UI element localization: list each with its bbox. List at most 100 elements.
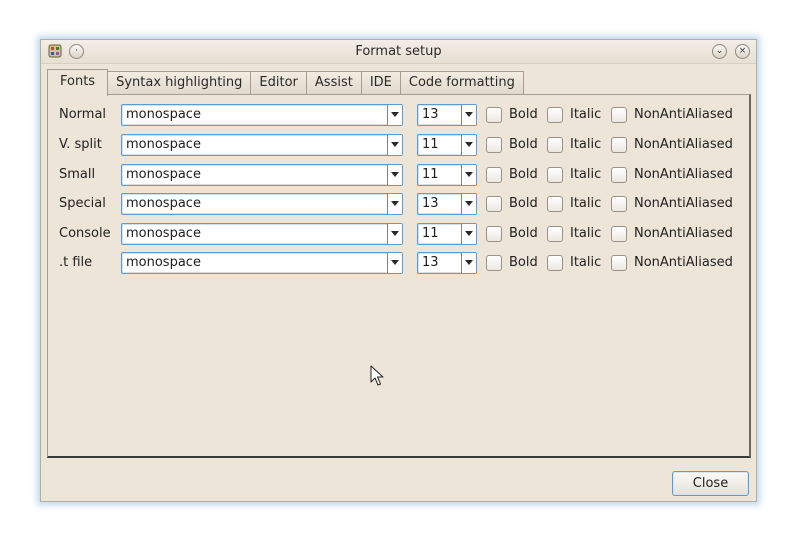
italic-checkbox[interactable] [547,196,563,212]
italic-label: Italic [570,226,602,241]
font-family-value: monospace [126,255,201,270]
font-size-value: 13 [422,255,439,270]
bold-label: Bold [509,167,538,182]
minimize-button[interactable]: ⌄ [712,44,727,59]
nonantialiased-checkbox[interactable] [611,107,627,123]
font-size-select[interactable]: 13 [417,104,477,126]
dropdown-arrow-icon[interactable] [387,224,402,244]
bold-checkbox[interactable] [486,196,502,212]
font-row-normal: Normal monospace 13 Bold Italic NonAntiA… [48,104,748,128]
font-family-value: monospace [126,196,201,211]
dropdown-arrow-icon[interactable] [387,135,402,155]
dropdown-arrow-icon[interactable] [387,105,402,125]
italic-checkbox[interactable] [547,226,563,242]
row-label: V. split [59,137,102,152]
nonantialiased-label: NonAntiAliased [634,137,733,152]
font-size-value: 11 [422,167,439,182]
tab-fonts[interactable]: Fonts [47,69,109,96]
font-row-small: Small monospace 11 Bold Italic NonAntiAl… [48,164,748,188]
bold-checkbox[interactable] [486,167,502,183]
bold-checkbox[interactable] [486,226,502,242]
italic-label: Italic [570,137,602,152]
dropdown-arrow-icon[interactable] [461,194,476,214]
close-window-button[interactable]: × [735,44,750,59]
window-title: Format setup [355,44,442,59]
mouse-pointer-icon [370,365,384,386]
nonantialiased-label: NonAntiAliased [634,255,733,270]
bold-label: Bold [509,226,538,241]
italic-checkbox[interactable] [547,137,563,153]
font-size-value: 13 [422,107,439,122]
font-row-console: Console monospace 11 Bold Italic NonAnti… [48,223,748,247]
font-size-select[interactable]: 13 [417,252,477,274]
font-size-select[interactable]: 11 [417,164,477,186]
font-row-v-split: V. split monospace 11 Bold Italic NonAnt… [48,134,748,158]
tab-bar: Fonts Syntax highlighting Editor Assist … [47,69,524,96]
nonantialiased-label: NonAntiAliased [634,196,733,211]
row-label: .t file [59,255,93,270]
bold-checkbox[interactable] [486,255,502,271]
dropdown-arrow-icon[interactable] [461,105,476,125]
tab-syntax-highlighting[interactable]: Syntax highlighting [108,71,252,95]
bold-label: Bold [509,137,538,152]
nonantialiased-checkbox[interactable] [611,226,627,242]
close-button[interactable]: Close [672,471,749,496]
dropdown-arrow-icon[interactable] [387,165,402,185]
italic-label: Italic [570,107,602,122]
dropdown-arrow-icon[interactable] [461,253,476,273]
italic-label: Italic [570,196,602,211]
font-family-select[interactable]: monospace [121,193,403,215]
font-size-select[interactable]: 11 [417,134,477,156]
bold-checkbox[interactable] [486,107,502,123]
row-label: Console [59,226,111,241]
italic-label: Italic [570,167,602,182]
font-family-select[interactable]: monospace [121,252,403,274]
italic-checkbox[interactable] [547,107,563,123]
font-size-select[interactable]: 11 [417,223,477,245]
chevron-down-icon: ⌄ [715,46,724,56]
font-family-value: monospace [126,107,201,122]
font-family-value: monospace [126,167,201,182]
dropdown-arrow-icon[interactable] [461,165,476,185]
bold-label: Bold [509,196,538,211]
dropdown-arrow-icon[interactable] [387,253,402,273]
font-family-select[interactable]: monospace [121,164,403,186]
bold-checkbox[interactable] [486,137,502,153]
title-bar[interactable]: · Format setup ⌄ × [41,40,756,64]
tab-code-formatting[interactable]: Code formatting [400,71,524,95]
tab-editor[interactable]: Editor [251,71,307,95]
font-size-value: 13 [422,196,439,211]
dropdown-arrow-icon[interactable] [387,194,402,214]
bold-label: Bold [509,107,538,122]
nonantialiased-label: NonAntiAliased [634,107,733,122]
row-label: Small [59,167,96,182]
font-family-select[interactable]: monospace [121,104,403,126]
font-family-select[interactable]: monospace [121,134,403,156]
nonantialiased-label: NonAntiAliased [634,226,733,241]
bold-label: Bold [509,255,538,270]
italic-label: Italic [570,255,602,270]
close-icon: × [738,46,747,56]
italic-checkbox[interactable] [547,255,563,271]
nonantialiased-checkbox[interactable] [611,167,627,183]
font-size-select[interactable]: 13 [417,193,477,215]
tab-assist[interactable]: Assist [306,71,362,95]
font-row-special: Special monospace 13 Bold Italic NonAnti… [48,193,748,217]
fonts-panel: Normal monospace 13 Bold Italic NonAntiA… [47,94,751,458]
nonantialiased-checkbox[interactable] [611,137,627,153]
font-family-value: monospace [126,226,201,241]
dropdown-arrow-icon[interactable] [461,135,476,155]
font-size-value: 11 [422,226,439,241]
italic-checkbox[interactable] [547,167,563,183]
nonantialiased-checkbox[interactable] [611,255,627,271]
format-setup-dialog: · Format setup ⌄ × Fonts Syntax highligh… [40,39,757,502]
font-family-value: monospace [126,137,201,152]
font-size-value: 11 [422,137,439,152]
row-label: Special [59,196,106,211]
nonantialiased-checkbox[interactable] [611,196,627,212]
tab-ide[interactable]: IDE [361,71,401,95]
font-family-select[interactable]: monospace [121,223,403,245]
dropdown-arrow-icon[interactable] [461,224,476,244]
nonantialiased-label: NonAntiAliased [634,167,733,182]
font-row-t-file: .t file monospace 13 Bold Italic NonAnti… [48,252,748,276]
